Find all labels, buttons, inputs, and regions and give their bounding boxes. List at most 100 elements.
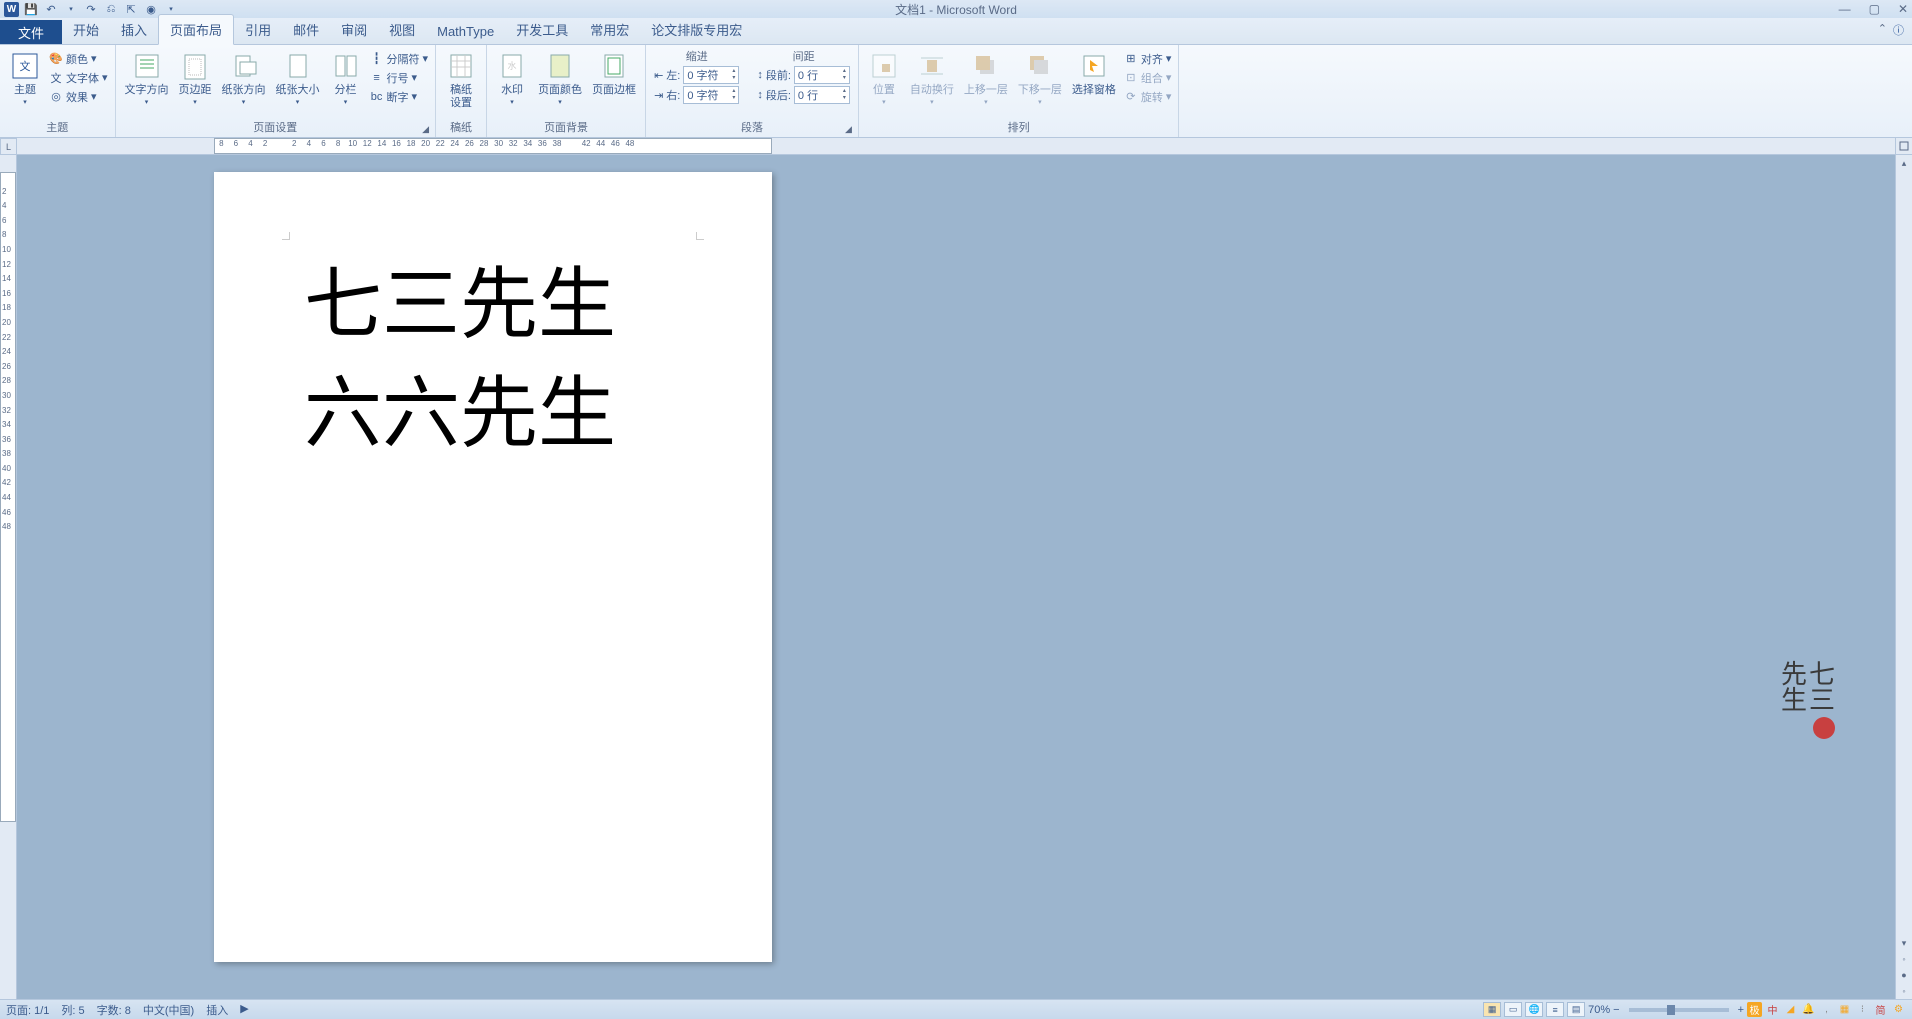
- page-color-button[interactable]: 页面颜色▾: [533, 48, 587, 108]
- tab-macros2[interactable]: 论文排版专用宏: [640, 15, 753, 44]
- minimize-button[interactable]: —: [1839, 2, 1851, 16]
- text-direction-button[interactable]: 文字方向▾: [120, 48, 174, 108]
- scroll-down-button[interactable]: ▾: [1896, 935, 1912, 951]
- page-setup-dialog-launcher[interactable]: ◢: [422, 124, 429, 135]
- tab-view[interactable]: 视图: [378, 15, 426, 44]
- tray-icon-7[interactable]: ⁝: [1855, 1002, 1870, 1017]
- group-label-arrange: 排列: [863, 118, 1175, 136]
- bring-forward-button[interactable]: 上移一层▾: [959, 48, 1013, 108]
- browse-object-button[interactable]: ●: [1896, 967, 1912, 983]
- group-label-manuscript: 稿纸: [440, 118, 482, 136]
- zoom-in-button[interactable]: +: [1738, 1004, 1744, 1016]
- indent-left-icon: ⇤: [654, 69, 663, 82]
- tray-lang-icon[interactable]: 中: [1765, 1002, 1780, 1017]
- view-print-layout-button[interactable]: ▦: [1483, 1002, 1501, 1017]
- tab-macros1[interactable]: 常用宏: [579, 15, 640, 44]
- margin-mark-tr: [696, 232, 704, 240]
- theme-effects-button[interactable]: ◎效果 ▾: [49, 88, 108, 105]
- status-words[interactable]: 字数: 8: [97, 1002, 131, 1018]
- status-macro-icon[interactable]: ▶: [240, 1002, 248, 1018]
- view-web-layout-button[interactable]: 🌐: [1525, 1002, 1543, 1017]
- tray-icon-4[interactable]: 🔔: [1801, 1002, 1816, 1017]
- spacing-header: 间距: [757, 48, 850, 64]
- tray-ime-icon[interactable]: 极: [1747, 1002, 1762, 1017]
- status-language[interactable]: 中文(中国): [143, 1002, 194, 1018]
- status-column[interactable]: 列: 5: [61, 1002, 84, 1018]
- status-page[interactable]: 页面: 1/1: [6, 1002, 49, 1018]
- send-backward-button[interactable]: 下移一层▾: [1013, 48, 1067, 108]
- margin-mark-tl: [282, 232, 290, 240]
- tray-icon-5[interactable]: ,: [1819, 1002, 1834, 1017]
- wrap-text-button[interactable]: 自动换行▾: [905, 48, 959, 108]
- document-canvas[interactable]: 七三先生 六六先生 先 生 七 三: [17, 155, 1895, 999]
- spacing-after-input[interactable]: 0 行▴▾: [794, 86, 850, 104]
- view-full-screen-button[interactable]: ▭: [1504, 1002, 1522, 1017]
- tab-developer[interactable]: 开发工具: [505, 15, 579, 44]
- ruler-toggle-button[interactable]: [1895, 138, 1912, 154]
- tray-settings-icon[interactable]: ⚙: [1891, 1002, 1906, 1017]
- tab-references[interactable]: 引用: [234, 15, 282, 44]
- page-borders-button[interactable]: 页面边框: [587, 48, 641, 99]
- columns-button[interactable]: 分栏▾: [325, 48, 367, 108]
- tab-review[interactable]: 审阅: [330, 15, 378, 44]
- doc-line-2[interactable]: 六六先生: [304, 359, 616, 468]
- line-numbers-button[interactable]: ≡行号 ▾: [370, 69, 429, 86]
- tab-insert[interactable]: 插入: [110, 15, 158, 44]
- desktop-watermark: 先 生 七 三: [1781, 661, 1835, 739]
- minimize-ribbon-icon[interactable]: ⌃: [1878, 22, 1887, 38]
- tray-icon-8[interactable]: 简: [1873, 1002, 1888, 1017]
- watermark-button[interactable]: 水 水印▾: [491, 48, 533, 108]
- theme-colors-button[interactable]: 🎨颜色 ▾: [49, 50, 108, 67]
- tray-icon-3[interactable]: ◢: [1783, 1002, 1798, 1017]
- zoom-percent[interactable]: 70%: [1588, 1004, 1610, 1016]
- save-icon[interactable]: 💾: [23, 1, 39, 17]
- help-icon[interactable]: ⓘ: [1893, 22, 1904, 38]
- status-mode[interactable]: 插入: [206, 1002, 228, 1018]
- close-button[interactable]: ✕: [1898, 2, 1908, 16]
- group-button[interactable]: ⊡组合 ▾: [1124, 69, 1172, 86]
- doc-line-1[interactable]: 七三先生: [304, 250, 616, 359]
- selection-pane-button[interactable]: 选择窗格: [1067, 48, 1121, 99]
- size-button[interactable]: 纸张大小▾: [271, 48, 325, 108]
- seal-icon: [1813, 717, 1835, 739]
- svg-text:文: 文: [20, 59, 31, 73]
- tray-icon-6[interactable]: ▦: [1837, 1002, 1852, 1017]
- tab-page-layout[interactable]: 页面布局: [158, 14, 234, 45]
- tab-mathtype[interactable]: MathType: [426, 19, 505, 44]
- file-tab[interactable]: 文件: [0, 20, 62, 44]
- vertical-ruler[interactable]: 2468101214161820222426283032343638404244…: [0, 155, 16, 999]
- maximize-button[interactable]: ▢: [1869, 2, 1880, 16]
- ruler-corner[interactable]: L: [0, 138, 17, 155]
- undo-icon[interactable]: ↶: [43, 1, 59, 17]
- spacing-before-input[interactable]: 0 行▴▾: [794, 66, 850, 84]
- view-draft-button[interactable]: ▤: [1567, 1002, 1585, 1017]
- tab-home[interactable]: 开始: [62, 15, 110, 44]
- breaks-button[interactable]: ┇分隔符 ▾: [370, 50, 429, 67]
- margins-button[interactable]: 页边距▾: [174, 48, 217, 108]
- zoom-out-button[interactable]: −: [1613, 1004, 1619, 1016]
- document-text[interactable]: 七三先生 六六先生: [304, 250, 616, 468]
- hyphenation-button[interactable]: bc断字 ▾: [370, 88, 429, 105]
- group-label-page-setup: 页面设置◢: [120, 118, 432, 136]
- indent-right-input[interactable]: 0 字符▴▾: [683, 86, 739, 104]
- tab-mailings[interactable]: 邮件: [282, 15, 330, 44]
- scroll-up-button[interactable]: ▴: [1896, 155, 1912, 171]
- paragraph-dialog-launcher[interactable]: ◢: [845, 124, 852, 135]
- browse-prev-button[interactable]: ◦: [1896, 951, 1912, 967]
- indent-right-icon: ⇥: [654, 89, 663, 102]
- vertical-scrollbar[interactable]: ▴ ▾ ◦ ● ◦: [1895, 155, 1912, 999]
- browse-next-button[interactable]: ◦: [1896, 983, 1912, 999]
- horizontal-ruler[interactable]: 8642246810121416182022242628303234363842…: [17, 138, 1895, 154]
- orientation-button[interactable]: 纸张方向▾: [217, 48, 271, 108]
- theme-fonts-button[interactable]: 文文字体 ▾: [49, 69, 108, 86]
- zoom-slider[interactable]: [1629, 1008, 1729, 1012]
- align-button[interactable]: ⊞对齐 ▾: [1124, 50, 1172, 67]
- manuscript-button[interactable]: 稿纸 设置: [440, 48, 482, 112]
- word-icon: W: [4, 2, 19, 17]
- indent-left-input[interactable]: 0 字符▴▾: [683, 66, 739, 84]
- themes-button[interactable]: 文 主题 ▾: [4, 48, 46, 108]
- position-button[interactable]: 位置▾: [863, 48, 905, 108]
- rotate-button[interactable]: ⟳旋转 ▾: [1124, 88, 1172, 105]
- group-arrange: 位置▾ 自动换行▾ 上移一层▾ 下移一层▾ 选择窗格 ⊞对齐 ▾ ⊡组合 ▾: [859, 45, 1180, 137]
- view-outline-button[interactable]: ≡: [1546, 1002, 1564, 1017]
